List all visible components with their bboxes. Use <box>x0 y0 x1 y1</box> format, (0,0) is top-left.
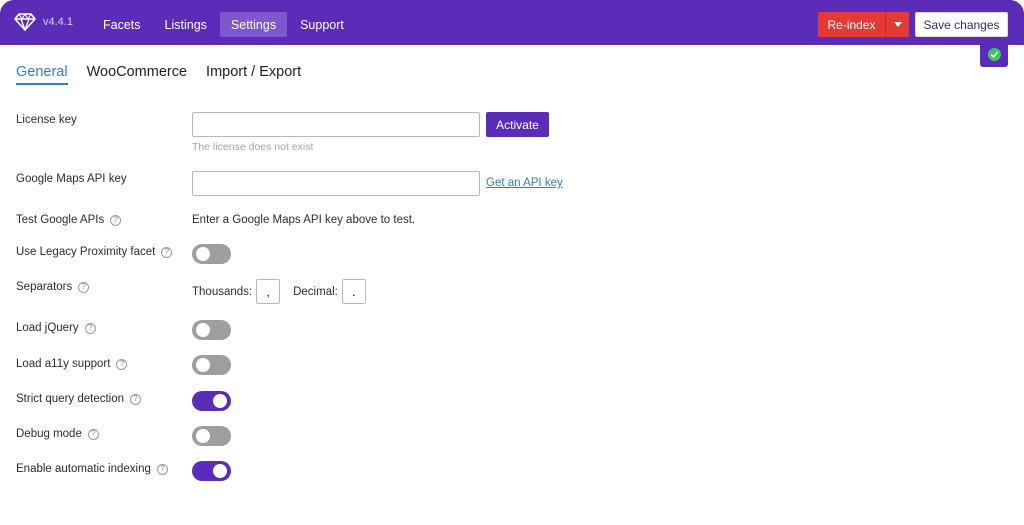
help-icon[interactable]: ? <box>87 428 99 440</box>
gmaps-key-label-text: Google Maps API key <box>16 173 127 185</box>
toggle-knob <box>196 323 210 337</box>
license-status-hint: The license does not exist <box>192 141 314 153</box>
separators-label: Separators ? <box>16 281 90 293</box>
gmaps-key-label: Google Maps API key <box>16 173 127 185</box>
legacy-proximity-toggle[interactable] <box>192 244 231 264</box>
separators-fields: Thousands: Decimal: <box>192 279 366 304</box>
tab-import-export[interactable]: Import / Export <box>206 64 301 85</box>
nav-settings[interactable]: Settings <box>219 12 288 37</box>
debug-mode-toggle[interactable] <box>192 426 231 446</box>
tab-general[interactable]: General <box>16 64 68 85</box>
tab-woocommerce[interactable]: WooCommerce <box>87 64 187 85</box>
settings-tabs: General WooCommerce Import / Export <box>16 64 301 85</box>
auto-indexing-label-text: Enable automatic indexing <box>16 463 151 475</box>
toggle-knob <box>213 464 227 478</box>
test-apis-message: Enter a Google Maps API key above to tes… <box>192 214 416 226</box>
strict-query-label: Strict query detection ? <box>16 393 142 405</box>
thousands-separator-input[interactable] <box>256 279 281 304</box>
top-bar: v4.4.1 Facets Listings Settings Support … <box>0 0 1024 45</box>
load-jquery-label-text: Load jQuery <box>16 322 79 334</box>
help-icon[interactable]: ? <box>78 281 90 293</box>
load-a11y-toggle[interactable] <box>192 355 231 375</box>
nav-facets[interactable]: Facets <box>92 12 152 37</box>
thousands-label: Thousands: <box>192 285 253 298</box>
license-key-label-text: License key <box>16 114 77 126</box>
auto-indexing-label: Enable automatic indexing ? <box>16 463 168 475</box>
nav-support[interactable]: Support <box>289 12 355 37</box>
reindex-button[interactable]: Re-index <box>818 12 885 37</box>
debug-mode-label: Debug mode ? <box>16 428 99 440</box>
reindex-dropdown-button[interactable] <box>885 12 909 37</box>
toggle-knob <box>196 247 210 261</box>
version-label: v4.4.1 <box>43 16 73 28</box>
diamond-logo-icon[interactable] <box>14 12 36 33</box>
load-jquery-label: Load jQuery ? <box>16 322 96 334</box>
gmaps-key-input[interactable] <box>192 171 480 196</box>
reindex-group: Re-index <box>818 12 909 37</box>
strict-query-toggle[interactable] <box>192 391 231 411</box>
save-changes-button[interactable]: Save changes <box>915 12 1008 37</box>
activate-button[interactable]: Activate <box>486 112 549 137</box>
legacy-proximity-label: Use Legacy Proximity facet ? <box>16 246 173 258</box>
nav-listings[interactable]: Listings <box>154 12 218 37</box>
help-icon[interactable]: ? <box>161 246 173 258</box>
status-indicator <box>980 42 1008 67</box>
checkmark-circle-icon <box>987 48 1001 61</box>
toggle-knob <box>213 394 227 408</box>
main-nav: Facets Listings Settings Support <box>92 12 355 37</box>
app-frame: v4.4.1 Facets Listings Settings Support … <box>0 0 1024 525</box>
legacy-proximity-label-text: Use Legacy Proximity facet <box>16 246 156 258</box>
decimal-separator-input[interactable] <box>341 279 366 304</box>
caret-down-icon <box>893 22 902 27</box>
license-key-label: License key <box>16 114 77 126</box>
license-key-input[interactable] <box>192 112 480 137</box>
test-apis-label: Test Google APIs ? <box>16 214 122 226</box>
auto-indexing-toggle[interactable] <box>192 461 231 481</box>
toggle-knob <box>196 429 210 443</box>
separators-label-text: Separators <box>16 281 73 293</box>
load-a11y-label-text: Load a11y support <box>16 358 111 370</box>
help-icon[interactable]: ? <box>110 214 122 226</box>
help-icon[interactable]: ? <box>116 358 128 370</box>
help-icon[interactable]: ? <box>156 463 168 475</box>
help-icon[interactable]: ? <box>84 322 96 334</box>
strict-query-label-text: Strict query detection <box>16 393 125 405</box>
get-api-key-link[interactable]: Get an API key <box>486 177 563 189</box>
test-apis-label-text: Test Google APIs <box>16 214 105 226</box>
decimal-label: Decimal: <box>293 285 338 298</box>
load-jquery-toggle[interactable] <box>192 320 231 340</box>
toggle-knob <box>196 358 210 372</box>
load-a11y-label: Load a11y support ? <box>16 358 128 370</box>
debug-mode-label-text: Debug mode <box>16 428 82 440</box>
help-icon[interactable]: ? <box>130 393 142 405</box>
